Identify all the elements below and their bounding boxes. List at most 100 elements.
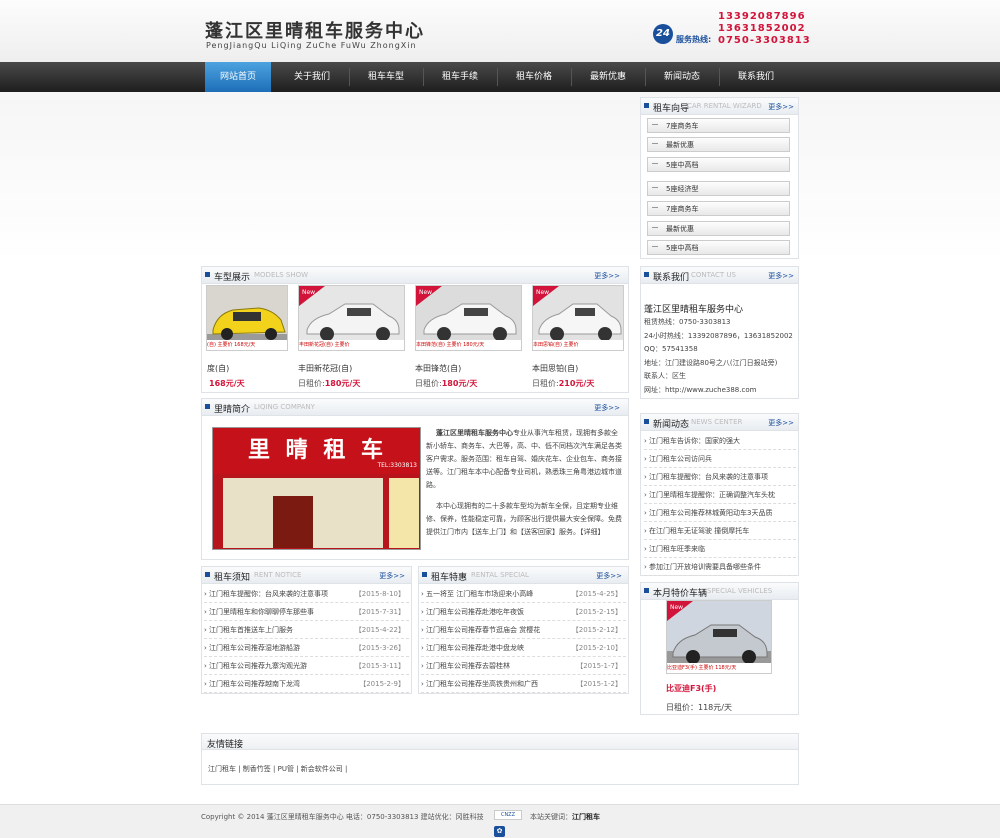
notice-title: 江门里晴租车和你聊聊停车那些事 (209, 608, 315, 616)
nav-models[interactable]: 租车车型 (349, 62, 423, 92)
cnzz-badge[interactable]: CNZZ (494, 810, 522, 820)
price-label: 日租价: (298, 379, 325, 388)
car-thumb[interactable]: New 丰田新花冠(自) 主要价 (298, 285, 405, 351)
main-nav: 网站首页 关于我们 租车车型 租车手续 租车价格 最新优惠 新闻动态 联系我们 (0, 62, 1000, 92)
car-thumb[interactable]: (自) 主要价 168元/天 (206, 285, 288, 351)
notice-item[interactable]: › 江门里晴租车和你聊聊停车那些事 【2015-7-31】 (204, 603, 409, 621)
paw-stat-icon[interactable]: ✿ (494, 826, 505, 837)
nav-procedure[interactable]: 租车手续 (423, 62, 497, 92)
news-item[interactable]: › 江门租车旺季来临 (644, 540, 796, 558)
notice-item[interactable]: › 江门租车公司推荐越南下龙湾 【2015-2-9】 (204, 675, 409, 693)
wizard-item[interactable]: 5座中高档 (647, 157, 790, 172)
car-thumb[interactable]: New 本田思铂(自) 主要价 (532, 285, 624, 351)
news-item[interactable]: › 江门租车公司访问兵 (644, 450, 796, 468)
wizard-item-label: 7座商务车 (666, 205, 699, 213)
wizard-item[interactable]: 最新优惠 (647, 137, 790, 152)
special-car-name[interactable]: 比亚迪F3(手) (666, 683, 716, 694)
special-car-thumb[interactable]: New 比亚迪F3(手) 主要价 118元/天 (666, 600, 772, 674)
square-bullet-icon (422, 572, 427, 577)
car-price-row: 日租价:180元/天 (298, 378, 360, 389)
special-item[interactable]: › 江门租车公司推荐赴港中盘龙峡 【2015-2-10】 (421, 639, 626, 657)
more-link[interactable]: 更多>> (594, 271, 620, 281)
notice-title: 江门租车首推送车上门服务 (209, 626, 294, 634)
wizard-item[interactable]: 5座中高档 (647, 240, 790, 255)
new-badge: New (670, 604, 683, 611)
new-badge: New (419, 289, 432, 296)
special-item[interactable]: › 江门租车公司推荐赴港吃年夜饭 【2015-2-15】 (421, 603, 626, 621)
special-item[interactable]: › 五一将至 江门租车市场迎来小高峰 【2015-4-25】 (421, 585, 626, 603)
contact-website[interactable]: 网址：http://www.zuche388.com (644, 384, 793, 398)
car-price: 180元/天 (324, 379, 361, 388)
car-name[interactable]: 本田锋范(自) (415, 363, 461, 374)
keyword-link[interactable]: 江门租车 (572, 813, 600, 821)
site-logo-title[interactable]: 蓬江区里晴租车服务中心 (205, 17, 425, 43)
square-bullet-icon (644, 588, 649, 593)
header: 蓬江区里晴租车服务中心 PengJiangQu LiQing ZuChe FuW… (0, 0, 1000, 62)
news-item[interactable]: › 参加江门开放培训需要具备哪些条件 (644, 558, 796, 576)
nav-offers[interactable]: 最新优惠 (571, 62, 645, 92)
notice-date: 【2015-8-10】 (354, 590, 405, 598)
wizard-item[interactable]: 5座经济型 (647, 181, 790, 196)
wizard-item-label: 5座中高档 (666, 244, 699, 252)
more-link[interactable]: 更多>> (768, 418, 794, 428)
wizard-item-label: 最新优惠 (666, 141, 694, 149)
dash-icon (652, 227, 658, 228)
more-link[interactable]: 更多>> (596, 571, 622, 581)
more-link[interactable]: 更多>> (594, 403, 620, 413)
phone-3: 0750-3303813 (718, 35, 811, 46)
car-price: 168元/天 (209, 379, 245, 388)
nav-home[interactable]: 网站首页 (205, 62, 271, 92)
news-item[interactable]: › 在江门租车无证驾驶 撞倒摩托车 (644, 522, 796, 540)
special-item[interactable]: › 江门租车公司推荐春节逛庙会 赏樱花 【2015-2-12】 (421, 621, 626, 639)
notice-item[interactable]: › 江门租车公司推荐九寨沟观光游 【2015-3-11】 (204, 657, 409, 675)
wizard-item[interactable]: 最新优惠 (647, 221, 790, 236)
square-bullet-icon (205, 572, 210, 577)
intro-company: 蓬江区里晴租车服务中心 (436, 429, 513, 437)
car-name[interactable]: 本田思铂(自) (532, 363, 578, 374)
panel-header: 本月特价车辆 SPECIAL VEHICLES (641, 583, 798, 600)
special-item[interactable]: › 江门租车公司推荐坐高铁贵州和广西 【2015-1-2】 (421, 675, 626, 693)
footer-keywords: 本站关键词：江门租车 (530, 812, 600, 822)
car-caption: 比亚迪F3(手) 主要价 118元/天 (667, 663, 771, 673)
store-tel: TEL:3303813 (377, 462, 417, 469)
more-link[interactable]: 更多>> (379, 571, 405, 581)
wizard-item[interactable]: 7座商务车 (647, 201, 790, 216)
panel-subtitle: NEWS CENTER (691, 418, 743, 426)
nav-contact[interactable]: 联系我们 (719, 62, 793, 92)
special-item[interactable]: › 江门租车公司推荐去碧桂林 【2015-1-7】 (421, 657, 626, 675)
news-item[interactable]: › 江门租车公司推荐林城黄阳动车3天品质 (644, 504, 796, 522)
car-thumb[interactable]: New 本田锋范(自) 主要价 180元/天 (415, 285, 522, 351)
more-link[interactable]: 更多>> (768, 102, 794, 112)
car-name[interactable]: 度(自) (207, 363, 229, 374)
dash-icon (652, 163, 658, 164)
nav-about[interactable]: 关于我们 (275, 62, 349, 92)
new-badge: New (536, 289, 549, 296)
contact-hotline: 租赁热线：0750-3303813 (644, 318, 731, 326)
friend-links-panel: 友情链接 江门租车 | 制香竹签 | PU管 | 新会软件公司 | (201, 733, 799, 785)
notice-title: 江门租车公司推荐九寨沟观光游 (209, 662, 308, 670)
news-item[interactable]: › 江门租车告诉你：国家的强大 (644, 432, 796, 450)
news-item[interactable]: › 江门里晴租车提醒你：正确调整汽车头枕 (644, 486, 796, 504)
more-link[interactable]: 更多>> (768, 271, 794, 281)
special-date: 【2015-2-10】 (571, 644, 622, 652)
special-title: 江门租车公司推荐坐高铁贵州和广西 (426, 680, 539, 688)
car-name[interactable]: 丰田新花冠(自) (298, 363, 352, 374)
wizard-item-label: 5座中高档 (666, 161, 699, 169)
notice-item[interactable]: › 江门租车提醒你：台风来袭的注意事项 【2015-8-10】 (204, 585, 409, 603)
notice-item[interactable]: › 江门租车首推送车上门服务 【2015-4-22】 (204, 621, 409, 639)
notice-title: 江门租车公司推荐越南下龙湾 (209, 680, 301, 688)
footer-copyright: Copyright © 2014 蓬江区里晴租车服务中心 电话：0750-330… (201, 813, 484, 821)
friend-links[interactable]: 江门租车 | 制香竹签 | PU管 | 新会软件公司 | (208, 764, 347, 774)
notice-item[interactable]: › 江门租车公司推荐湿地游船游 【2015-3-26】 (204, 639, 409, 657)
panel-subtitle: RENTAL SPECIAL (471, 571, 529, 579)
nav-price[interactable]: 租车价格 (497, 62, 571, 92)
hotline-label: 服务热线: (676, 35, 712, 44)
panel-subtitle: MODELS SHOW (254, 271, 309, 279)
notice-date: 【2015-3-11】 (354, 662, 405, 670)
nav-news[interactable]: 新闻动态 (645, 62, 719, 92)
news-item[interactable]: › 江门租车提醒你：台风来袭的注意事项 (644, 468, 796, 486)
keyword-label: 本站关键词： (530, 813, 572, 821)
wizard-item[interactable]: 7座商务车 (647, 118, 790, 133)
price-label: 日租价: (532, 379, 559, 388)
notice-date: 【2015-2-9】 (359, 680, 405, 688)
